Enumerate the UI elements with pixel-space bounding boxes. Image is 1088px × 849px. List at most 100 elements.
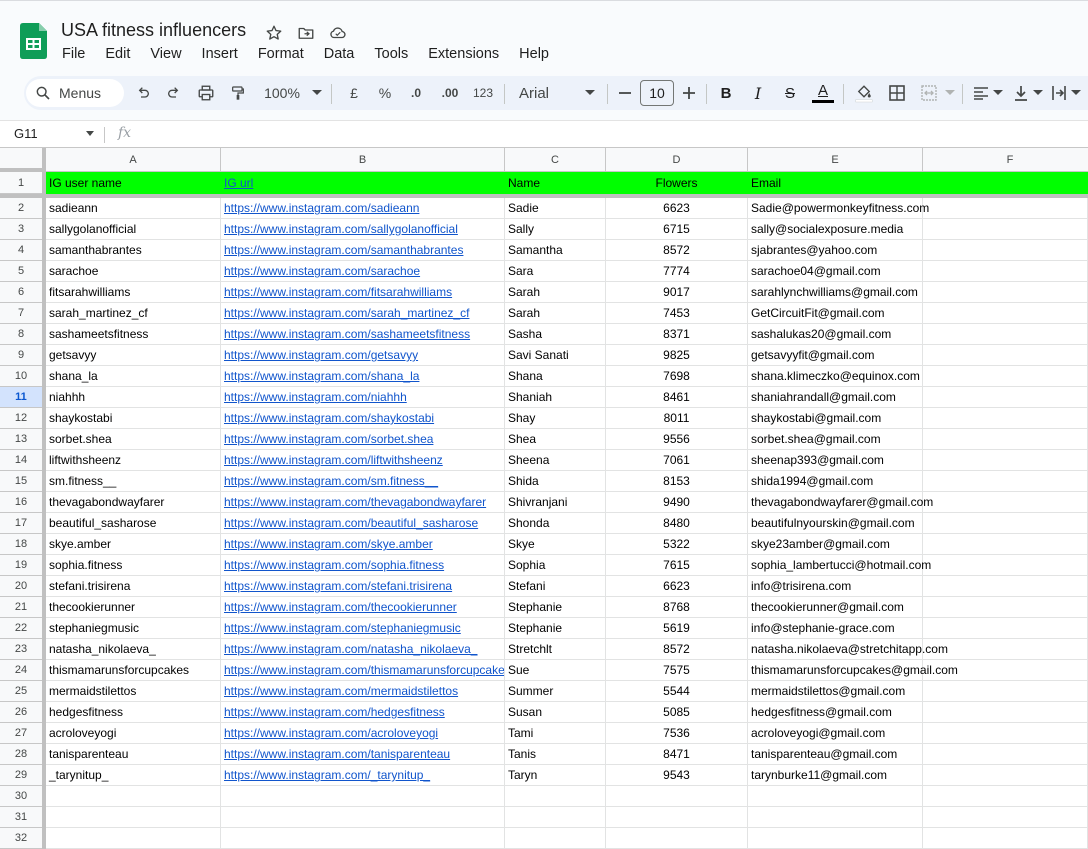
row-number[interactable]: 4 [0,240,42,261]
row-number[interactable]: 28 [0,744,42,765]
row-number[interactable]: 21 [0,597,42,618]
email-cell[interactable]: acroloveyogi@gmail.com [748,723,923,744]
followers-cell[interactable]: 8572 [606,240,748,261]
email-cell[interactable]: skye23amber@gmail.com [748,534,923,555]
followers-cell[interactable]: 8371 [606,324,748,345]
currency-format-button[interactable]: £ [344,76,364,110]
ig-url-cell[interactable] [221,807,505,828]
strikethrough-button[interactable]: S [780,76,800,110]
menu-format[interactable]: Format [248,44,314,64]
ig-url-cell[interactable]: https://www.instagram.com/shana_la [221,366,505,387]
frozen-column-divider[interactable] [42,148,46,849]
row-number[interactable]: 13 [0,429,42,450]
email-cell[interactable]: tanisparenteau@gmail.com [748,744,923,765]
sheets-logo-icon[interactable] [20,23,47,59]
empty-cell[interactable] [923,639,1088,660]
email-cell[interactable]: sarahlynchwilliams@gmail.com [748,282,923,303]
ig-url-cell[interactable]: https://www.instagram.com/_tarynitup_ [221,765,505,786]
row-number[interactable]: 10 [0,366,42,387]
empty-cell[interactable] [923,429,1088,450]
ig-username-cell[interactable]: skye.amber [46,534,221,555]
row-number[interactable]: 9 [0,345,42,366]
row-number[interactable]: 15 [0,471,42,492]
row-number[interactable]: 32 [0,828,42,849]
ig-username-cell[interactable]: sorbet.shea [46,429,221,450]
header-cell-ig-username[interactable]: IG user name [46,172,221,194]
print-icon[interactable] [195,76,217,110]
empty-cell[interactable] [923,786,1088,807]
ig-url-cell[interactable]: https://www.instagram.com/sadieann [221,198,505,219]
followers-cell[interactable] [606,786,748,807]
decrease-font-size-icon[interactable] [616,76,634,110]
empty-cell[interactable] [923,576,1088,597]
italic-button[interactable]: I [748,76,768,110]
ig-url-cell[interactable]: https://www.instagram.com/stephaniegmusi… [221,618,505,639]
email-cell[interactable]: mermaidstilettos@gmail.com [748,681,923,702]
formula-input[interactable] [145,125,1065,145]
ig-url-cell[interactable]: https://www.instagram.com/liftwithsheenz [221,450,505,471]
followers-cell[interactable]: 7575 [606,660,748,681]
email-cell[interactable]: thismamarunsforcupcakes@gmail.com [748,660,958,681]
ig-username-cell[interactable]: sophia.fitness [46,555,221,576]
zoom-dropdown-icon[interactable] [311,76,323,110]
ig-url-cell[interactable]: https://www.instagram.com/sophia.fitness [221,555,505,576]
ig-url-cell[interactable] [221,828,505,849]
followers-cell[interactable]: 7061 [606,450,748,471]
menu-file[interactable]: File [52,44,95,64]
fill-color-icon[interactable] [853,76,875,110]
followers-cell[interactable]: 7698 [606,366,748,387]
ig-username-cell[interactable]: shana_la [46,366,221,387]
text-color-button[interactable]: A [811,76,835,110]
email-cell[interactable]: hedgesfitness@gmail.com [748,702,923,723]
ig-username-cell[interactable] [46,828,221,849]
empty-cell[interactable] [923,723,1088,744]
font-dropdown-icon[interactable] [584,76,596,110]
empty-cell[interactable] [923,555,1088,576]
email-cell[interactable]: sorbet.shea@gmail.com [748,429,923,450]
ig-username-cell[interactable]: shaykostabi [46,408,221,429]
name-cell[interactable]: Shana [505,366,606,387]
ig-url-cell[interactable]: https://www.instagram.com/natasha_nikola… [221,639,505,660]
row-number[interactable]: 2 [0,198,42,219]
followers-cell[interactable]: 9017 [606,282,748,303]
row-number[interactable]: 23 [0,639,42,660]
row-number[interactable]: 25 [0,681,42,702]
increase-decimal-button[interactable]: .00 [437,76,463,110]
name-cell[interactable]: Stephanie [505,597,606,618]
followers-cell[interactable]: 5544 [606,681,748,702]
zoom-select[interactable]: 100% [260,76,304,110]
ig-url-cell[interactable]: https://www.instagram.com/thecookierunne… [221,597,505,618]
ig-url-cell[interactable]: https://www.instagram.com/samanthabrante… [221,240,505,261]
empty-cell[interactable] [923,660,1088,681]
name-cell[interactable]: Skye [505,534,606,555]
column-header-a[interactable]: A [46,148,221,172]
empty-cell[interactable] [923,324,1088,345]
name-cell[interactable]: Shaniah [505,387,606,408]
name-cell[interactable]: Sasha [505,324,606,345]
ig-username-cell[interactable]: samanthabrantes [46,240,221,261]
row-number[interactable]: 6 [0,282,42,303]
empty-cell[interactable] [923,408,1088,429]
redo-icon[interactable] [163,76,185,110]
name-cell[interactable] [505,807,606,828]
email-cell[interactable]: GetCircuitFit@gmail.com [748,303,923,324]
ig-username-cell[interactable]: mermaidstilettos [46,681,221,702]
name-box[interactable]: G11 [14,126,38,141]
followers-cell[interactable]: 8153 [606,471,748,492]
empty-cell[interactable] [923,681,1088,702]
ig-url-cell[interactable]: https://www.instagram.com/sarah_martinez… [221,303,505,324]
column-header-c[interactable]: C [505,148,606,172]
name-cell[interactable]: Stefani [505,576,606,597]
ig-username-cell[interactable]: tanisparenteau [46,744,221,765]
ig-username-cell[interactable]: thevagabondwayfarer [46,492,221,513]
ig-url-cell[interactable]: https://www.instagram.com/thismamarunsfo… [221,660,505,681]
name-cell[interactable]: Sarah [505,282,606,303]
empty-cell[interactable] [923,597,1088,618]
email-cell[interactable]: getsavyyfit@gmail.com [748,345,923,366]
followers-cell[interactable]: 8461 [606,387,748,408]
ig-url-cell[interactable]: https://www.instagram.com/sallygolanoffi… [221,219,505,240]
ig-url-cell[interactable]: https://www.instagram.com/beautiful_sash… [221,513,505,534]
name-cell[interactable]: Tanis [505,744,606,765]
row-number[interactable]: 18 [0,534,42,555]
frozen-row-divider[interactable] [0,194,1088,198]
